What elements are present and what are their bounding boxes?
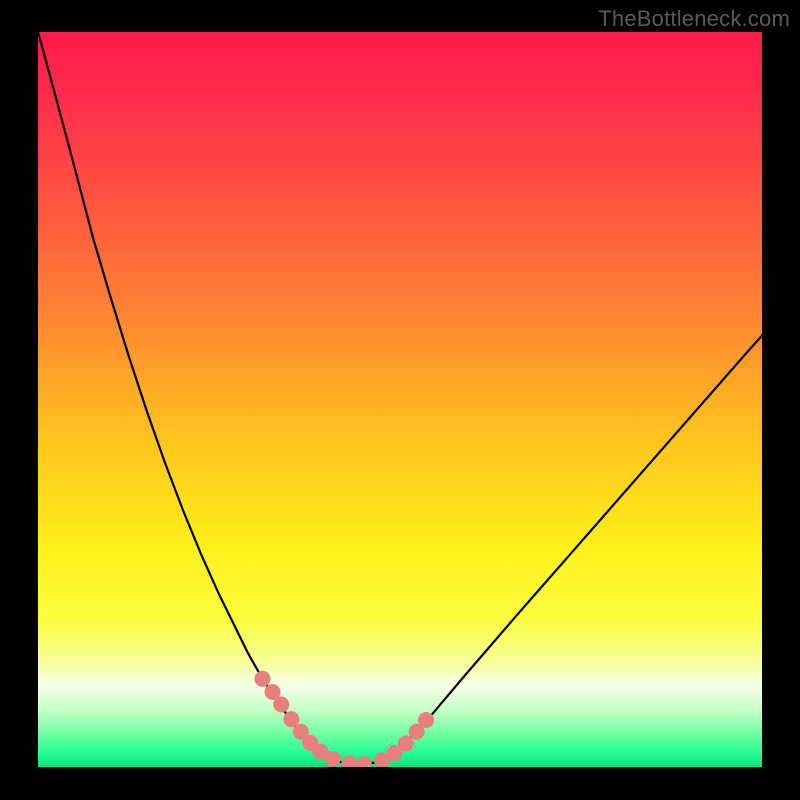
plot-area — [38, 32, 762, 767]
highlight-marker — [418, 712, 434, 728]
highlight-marker — [325, 751, 341, 767]
watermark-text: TheBottleneck.com — [598, 6, 790, 32]
highlight-marker — [254, 671, 270, 687]
gradient-rect — [38, 32, 762, 767]
bottleneck-chart-svg — [38, 32, 762, 767]
highlight-marker — [273, 697, 289, 713]
highlight-marker — [398, 735, 414, 751]
chart-root: TheBottleneck.com — [0, 0, 800, 800]
